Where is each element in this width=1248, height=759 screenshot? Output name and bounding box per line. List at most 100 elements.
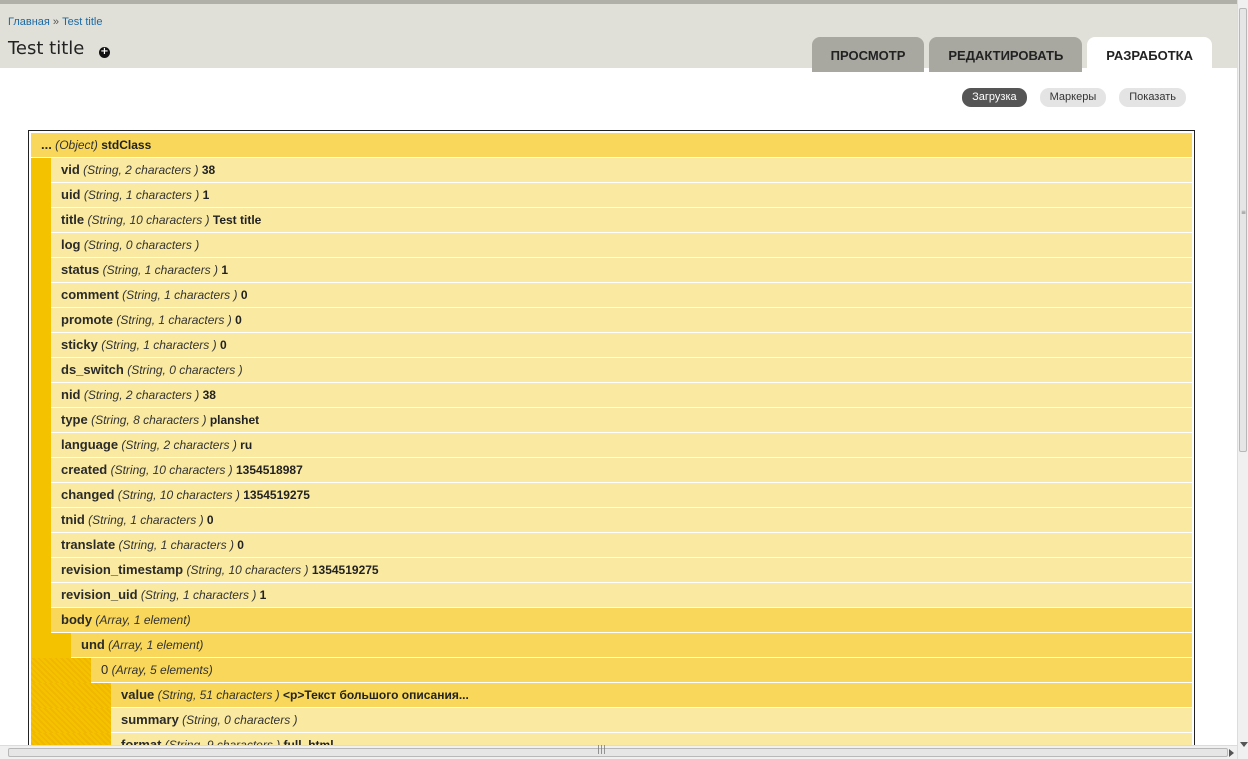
dump-indent-gutter (31, 308, 51, 333)
vertical-scroll-thumb[interactable] (1239, 8, 1247, 452)
dump-value: planshet (209, 413, 260, 427)
dump-row[interactable]: ... (Object) stdClass (31, 133, 1192, 158)
dump-row-content: translate (String, 1 characters ) 0 (51, 533, 1192, 557)
breadcrumb-separator: » (49, 16, 63, 28)
dump-type-close: ) (208, 663, 213, 677)
dump-value: <p>Текст большого описания... (283, 688, 469, 702)
dump-row-content: summary (String, 0 characters ) (111, 708, 1192, 732)
dump-value: 0 (206, 513, 214, 527)
dump-value: 0 (235, 313, 242, 327)
tab-view[interactable]: ПРОСМОТР (811, 37, 925, 72)
dump-row-content: revision_timestamp (String, 10 character… (51, 558, 1192, 582)
dump-indent-gutter (31, 583, 51, 608)
tab-edit[interactable]: РЕДАКТИРОВАТЬ (929, 37, 1083, 72)
dump-row: comment (String, 1 characters ) 0 (31, 283, 1192, 308)
dump-type-open: ( (80, 388, 88, 402)
dump-type-close: ) (195, 238, 200, 252)
horizontal-scrollbar[interactable]: ||| (0, 745, 1237, 759)
dump-indent-gutter (31, 608, 51, 633)
dump-type: String, 1 characters (92, 513, 200, 527)
dump-type-open: ( (99, 263, 107, 277)
dump-row: nid (String, 2 characters ) 38 (31, 383, 1192, 408)
dump-indent-gutter (31, 208, 51, 233)
dump-type: String, 10 characters (114, 463, 229, 477)
load-button[interactable]: Загрузка (962, 88, 1027, 107)
dump-row: uid (String, 1 characters ) 1 (31, 183, 1192, 208)
dump-row-content: uid (String, 1 characters ) 1 (51, 183, 1192, 207)
dump-row[interactable]: body (Array, 1 element) (31, 608, 1192, 633)
scroll-down-arrow-icon[interactable] (1240, 742, 1248, 747)
dump-indent-gutter (31, 183, 51, 208)
dump-key: type (61, 412, 88, 427)
dump-key: nid (61, 387, 81, 402)
page-title: Test title (8, 38, 85, 59)
render-button[interactable]: Показать (1119, 88, 1186, 107)
dump-type-close: ) (194, 163, 202, 177)
dump-row-content: nid (String, 2 characters ) 38 (51, 383, 1192, 407)
dump-type-open: ( (154, 688, 162, 702)
dump-type-close: ) (233, 288, 241, 302)
dump-row[interactable]: value (String, 51 characters ) <p>Текст … (31, 683, 1192, 708)
breadcrumb-current-link[interactable]: Test title (62, 16, 102, 28)
dump-value: 1 (202, 188, 210, 202)
dump-type: String, 0 characters (87, 238, 196, 252)
dump-row-content: tnid (String, 1 characters ) 0 (51, 508, 1192, 532)
dump-indent-gutter (31, 508, 51, 533)
plus-circle-icon[interactable]: + (99, 47, 110, 58)
dump-row: revision_uid (String, 1 characters ) 1 (31, 583, 1192, 608)
scroll-right-arrow-icon[interactable] (1229, 749, 1234, 757)
dump-row-content: changed (String, 10 characters ) 1354519… (51, 483, 1192, 507)
dump-key: vid (61, 162, 80, 177)
dump-row: promote (String, 1 characters ) 0 (31, 308, 1192, 333)
dump-row[interactable]: und (Array, 1 element) (31, 633, 1192, 658)
dump-indent-gutter (31, 633, 71, 658)
dump-indent-gutter (31, 283, 51, 308)
dump-type-close: ) (195, 188, 203, 202)
tab-devel[interactable]: РАЗРАБОТКА (1087, 37, 1212, 72)
dump-row: tnid (String, 1 characters ) 0 (31, 508, 1192, 533)
dump-indent-gutter (31, 158, 51, 183)
dump-key: status (61, 262, 100, 277)
dump-row: language (String, 2 characters ) ru (31, 433, 1192, 458)
dump-value: 0 (237, 538, 244, 552)
dump-row: summary (String, 0 characters ) (31, 708, 1192, 733)
dump-value: Test title (212, 213, 262, 227)
dump-type-open: ( (80, 238, 88, 252)
dump-key: translate (61, 537, 116, 552)
dump-type-open: ( (115, 538, 123, 552)
dump-row: translate (String, 1 characters ) 0 (31, 533, 1192, 558)
dump-value: 1354519275 (243, 488, 310, 502)
dump-row-content: vid (String, 2 characters ) 38 (51, 158, 1192, 182)
dump-row-content: sticky (String, 1 characters ) 0 (51, 333, 1192, 357)
breadcrumb-home-link[interactable]: Главная (8, 16, 50, 28)
dump-key: und (81, 637, 105, 652)
dump-key: body (61, 612, 93, 627)
dump-key: revision_uid (61, 587, 138, 602)
dump-type: Array, 1 element (99, 613, 187, 627)
tokens-button[interactable]: Маркеры (1039, 88, 1107, 107)
dump-type: String, 10 characters (190, 563, 305, 577)
dump-key: comment (61, 287, 119, 302)
dump-type: String, 2 characters (87, 388, 196, 402)
dump-row-content: und (Array, 1 element) (71, 633, 1192, 657)
dump-indent-gutter (31, 658, 91, 683)
dump-key: log (61, 237, 81, 252)
dump-value: 38 (202, 388, 216, 402)
dump-row-content: created (String, 10 characters ) 1354518… (51, 458, 1192, 482)
dump-type-close: ) (304, 563, 312, 577)
dump-key: promote (61, 312, 113, 327)
dump-row: vid (String, 2 characters ) 38 (31, 158, 1192, 183)
tab-bar: ПРОСМОТР РЕДАКТИРОВАТЬ РАЗРАБОТКА (811, 37, 1212, 72)
dump-type-close: ) (205, 213, 213, 227)
dump-indent-gutter (31, 683, 111, 708)
dump-row[interactable]: 0 (Array, 5 elements) (31, 658, 1192, 683)
vertical-scrollbar[interactable]: ≡ (1237, 0, 1248, 759)
dump-value: 38 (201, 163, 216, 177)
dump-type: String, 10 characters (121, 488, 236, 502)
horizontal-scroll-thumb[interactable] (8, 748, 1228, 757)
dump-type-close: ) (238, 363, 243, 377)
dump-type: String, 8 characters (95, 413, 203, 427)
dump-key: revision_timestamp (61, 562, 184, 577)
dump-row-content: value (String, 51 characters ) <p>Текст … (111, 683, 1192, 707)
page-header: Главная » Test title Test title + ПРОСМО… (0, 0, 1237, 72)
